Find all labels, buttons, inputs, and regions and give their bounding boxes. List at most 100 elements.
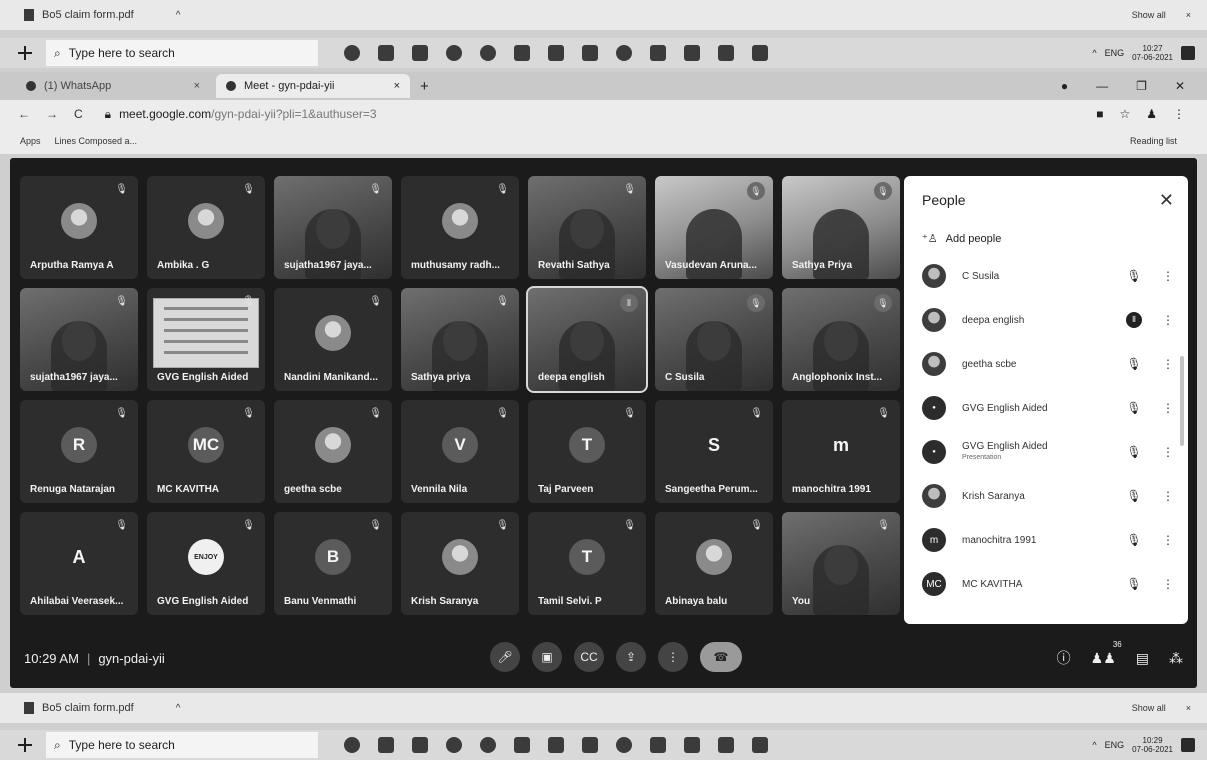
teams-icon[interactable] [514,737,530,753]
participant-tile[interactable]: 🎙︎ Revathi Sathya [528,176,646,279]
info-icon[interactable]: ⓘ [1057,648,1071,668]
mic-off-icon[interactable]: 🎙︎ [1122,445,1146,459]
participant-tile[interactable]: 🎙︎ Vasudevan Aruna... [655,176,773,279]
close-icon[interactable]: × [1186,10,1191,20]
more-options-icon[interactable]: ⋮ [1162,269,1174,283]
office-icon[interactable] [684,45,700,61]
close-window-icon[interactable]: ✕ [1175,79,1185,93]
chrome-icon[interactable] [446,737,462,753]
mic-off-icon[interactable]: 🎙︎ [1122,357,1146,371]
leave-call-button[interactable]: ☎︎ [700,642,742,672]
participant-tile[interactable]: V 🎙︎ Vennila Nila [401,400,519,503]
more-options-icon[interactable]: ⋮ [1162,313,1174,327]
speaking-icon[interactable]: ⦀ [1126,312,1142,328]
extensions-icon[interactable]: ♟ [1146,107,1157,121]
people-scrollbar[interactable] [1180,356,1184,446]
app-icon[interactable] [582,45,598,61]
mic-toggle-button[interactable]: 🎤︎ [490,642,520,672]
clock[interactable]: 10:29 07-06-2021 [1132,736,1173,754]
task-view-icon[interactable] [378,737,394,753]
app-icon[interactable] [752,737,768,753]
notification-icon[interactable] [1181,738,1195,752]
people-list-item[interactable]: geetha scbe 🎙︎ ⋮ [922,342,1174,386]
more-options-icon[interactable]: ⋮ [1162,357,1174,371]
edge-icon[interactable] [616,45,632,61]
profile-icon[interactable]: ● [1061,79,1068,93]
taskbar-search-box[interactable]: ⌕ Type here to search [46,40,318,66]
edge-icon[interactable] [616,737,632,753]
tab-whatsapp[interactable]: (1) WhatsApp × [16,74,210,98]
people-list-item[interactable]: deepa english ⦀ ⋮ [922,298,1174,342]
participant-tile[interactable]: S 🎙︎ Sangeetha Perum... [655,400,773,503]
participant-tile[interactable]: ENJOY 🎙︎ GVG English Aided [147,512,265,615]
reload-icon[interactable]: C [74,107,83,121]
participant-tile[interactable]: 🎙︎ sujatha1967 jaya... [20,288,138,391]
people-list-item[interactable]: MC MC KAVITHA 🎙︎ ⋮ [922,562,1174,606]
participant-tile[interactable]: 🎙︎ You [782,512,900,615]
tray-chevron-icon[interactable]: ^ [1092,48,1096,58]
mic-off-icon[interactable]: 🎙︎ [1122,577,1146,591]
photos-icon[interactable] [650,45,666,61]
participant-tile[interactable]: 🎙︎ C Susila [655,288,773,391]
participant-tile[interactable]: 🎙︎ Sathya Priya [782,176,900,279]
minimize-icon[interactable]: — [1096,79,1108,93]
illustrator-icon[interactable] [548,737,564,753]
participant-tile[interactable]: m 🎙︎ manochitra 1991 [782,400,900,503]
taskbar-search-box[interactable]: ⌕ Type here to search [46,732,318,758]
participant-tile[interactable]: 🎙︎ Anglophonix Inst... [782,288,900,391]
url-field[interactable]: 🔒︎ meet.google.com/gyn-pdai-yii?pli=1&au… [105,107,377,122]
mic-off-icon[interactable]: 🎙︎ [1122,269,1146,283]
browser-icon[interactable] [480,737,496,753]
app-icon[interactable] [718,45,734,61]
participant-tile[interactable]: 🎙︎ Abinaya balu [655,512,773,615]
participant-tile[interactable]: R 🎙︎ Renuga Natarajan [20,400,138,503]
cortana-icon[interactable] [344,45,360,61]
clock[interactable]: 10:27 07-06-2021 [1132,44,1173,62]
mic-off-icon[interactable]: 🎙︎ [1122,401,1146,415]
photos-icon[interactable] [650,737,666,753]
app-icon[interactable] [582,737,598,753]
browser-icon[interactable] [480,45,496,61]
camera-indicator-icon[interactable]: ■ [1096,107,1103,121]
teams-icon[interactable] [514,45,530,61]
participant-tile[interactable]: 🎙︎ Sathya priya [401,288,519,391]
cortana-icon[interactable] [344,737,360,753]
participant-tile[interactable]: A 🎙︎ Ahilabai Veerasek... [20,512,138,615]
chat-icon[interactable]: ▤ [1136,650,1149,667]
present-button[interactable]: ⇪ [616,642,646,672]
windows-start-icon[interactable] [18,46,32,60]
participant-tile[interactable]: 🎙︎ sujatha1967 jaya... [274,176,392,279]
app-icon[interactable] [752,45,768,61]
app-icon[interactable] [718,737,734,753]
chevron-up-icon[interactable]: ^ [176,10,181,21]
participant-tile[interactable]: T 🎙︎ Tamil Selvi. P [528,512,646,615]
forward-icon[interactable]: → [46,107,58,121]
participant-tile[interactable]: T 🎙︎ Taj Parveen [528,400,646,503]
more-options-icon[interactable]: ⋮ [1162,577,1174,591]
mic-off-icon[interactable]: 🎙︎ [1122,533,1146,547]
close-icon[interactable]: × [1186,703,1191,713]
more-options-icon[interactable]: ⋮ [1162,445,1174,459]
reading-list[interactable]: Reading list [1130,136,1177,146]
download-item[interactable]: Bo5 claim form.pdf ^ [24,702,180,714]
download-item[interactable]: Bo5 claim form.pdf ^ [24,9,180,21]
participant-tile[interactable]: MC 🎙︎ MC KAVITHA [147,400,265,503]
language-indicator[interactable]: ENG [1105,740,1125,750]
captions-button[interactable]: CC [574,642,604,672]
restore-icon[interactable]: ❐ [1136,79,1147,93]
tab-meet[interactable]: Meet - gyn-pdai-yii × [216,74,410,98]
close-panel-icon[interactable]: ✕ [1159,190,1174,211]
more-options-button[interactable]: ⋮ [658,642,688,672]
people-list-item[interactable]: ● GVG English Aided 🎙︎ ⋮ [922,386,1174,430]
new-tab-button[interactable]: + [420,78,429,95]
windows-start-icon[interactable] [18,738,32,752]
participant-tile[interactable]: B 🎙︎ Banu Venmathi [274,512,392,615]
illustrator-icon[interactable] [548,45,564,61]
close-tab-icon[interactable]: × [194,80,200,92]
mic-off-icon[interactable]: 🎙︎ [1122,489,1146,503]
more-options-icon[interactable]: ⋮ [1162,533,1174,547]
people-list-item[interactable]: ● GVG English Aided Presentation 🎙︎ ⋮ [922,430,1174,474]
file-explorer-icon[interactable] [412,45,428,61]
add-people-button[interactable]: ⁺♙ Add people [922,232,1001,246]
office-icon[interactable] [684,737,700,753]
